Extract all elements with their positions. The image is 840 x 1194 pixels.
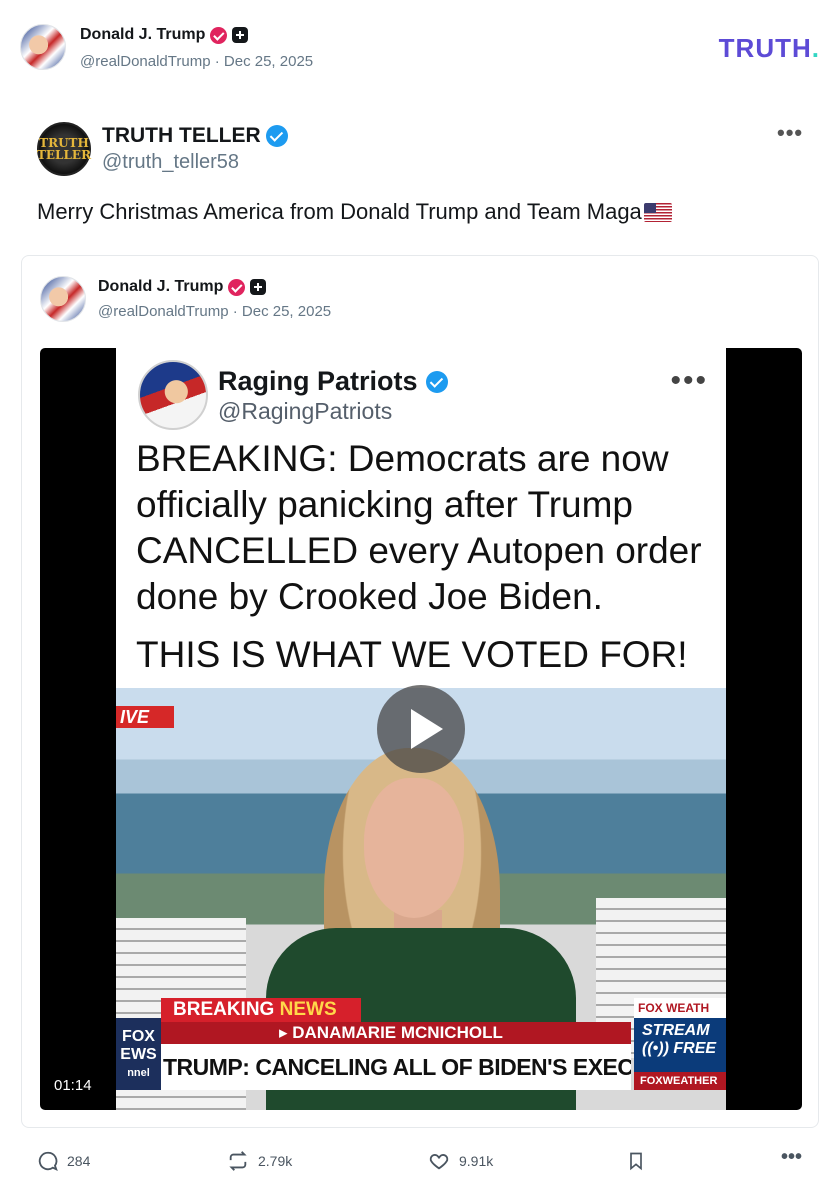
author-name[interactable]: Donald J. Trump	[80, 26, 205, 44]
more-actions-icon[interactable]: •••	[781, 1146, 802, 1169]
news-headline: TRUMP: CANCELING ALL OF BIDEN'S EXECUTIV…	[161, 1044, 631, 1090]
play-button-icon[interactable]	[377, 685, 465, 773]
news-anchor-face	[364, 778, 464, 918]
weather-stream-text: STREAM	[642, 1022, 710, 1039]
quoted-author-meta: @realDonaldTrump · Dec 25, 2025	[98, 303, 331, 320]
verified-badge-icon	[210, 26, 228, 44]
video-tweet-shout: THIS IS WHAT WE VOTED FOR!	[136, 634, 688, 675]
truth-teller-avatar[interactable]: TRUTH TELLER	[37, 122, 91, 176]
quoted-author-row: Donald J. Trump	[98, 278, 267, 296]
reply-button[interactable]: 284	[37, 1150, 90, 1172]
like-count: 9.91k	[459, 1153, 494, 1169]
video-verified-icon	[425, 370, 448, 393]
author-avatar[interactable]	[20, 24, 66, 70]
breaking-news-banner: BREAKING NEWS	[161, 998, 361, 1022]
author-handle[interactable]: @realDonaldTrump	[80, 53, 211, 70]
more-options-icon[interactable]: •••	[777, 122, 803, 144]
meta-separator: ·	[214, 53, 220, 70]
reply-count: 284	[67, 1153, 91, 1169]
post-author-row: TRUTH TELLER	[102, 124, 288, 148]
retruth-icon	[229, 1151, 247, 1171]
logo-text: TRUTH	[718, 33, 812, 63]
bookmark-button[interactable]	[626, 1150, 646, 1172]
news-label: NEWS	[279, 999, 337, 1020]
fox-weather-box: FOX WEATH STREAM ((•)) FREE FOXWEATHER	[634, 998, 726, 1090]
reporter-name-bar: ▸ DANAMARIE MCNICHOLL	[161, 1022, 631, 1044]
fox-logo-text: FOX EWS	[120, 1028, 157, 1063]
author-meta: @realDonaldTrump · Dec 25, 2025	[80, 53, 313, 70]
raging-patriots-name: Raging Patriots	[218, 366, 418, 396]
raging-patriots-avatar	[138, 360, 208, 430]
post-author-name[interactable]: TRUTH TELLER	[102, 124, 261, 148]
post-text: Merry Christmas America from Donald Trum…	[37, 199, 672, 225]
like-button[interactable]: 9.91k	[427, 1150, 493, 1172]
quoted-post-date[interactable]: Dec 25, 2025	[242, 303, 331, 320]
live-tag: IVE	[116, 706, 174, 728]
raging-patriots-name-row: Raging Patriots	[218, 366, 448, 397]
breaking-label: BREAKING	[173, 999, 275, 1020]
plus-badge-icon	[232, 27, 249, 43]
avatar-text-bottom: TELLER	[36, 148, 92, 162]
post-text-content: Merry Christmas America from Donald Trum…	[37, 199, 642, 224]
post-author-handle[interactable]: @truth_teller58	[102, 151, 239, 174]
news-lower-third: BREAKING NEWS ▸ DANAMARIE MCNICHOLL TRUM…	[116, 998, 726, 1110]
fox-news-logo: FOX EWS nnel	[116, 1018, 161, 1090]
quoted-meta-separator: ·	[232, 303, 238, 320]
video-more-icon: •••	[670, 364, 708, 397]
heart-icon	[429, 1154, 449, 1170]
retruth-button[interactable]: 2.79k	[226, 1150, 292, 1172]
quoted-author-handle[interactable]: @realDonaldTrump	[98, 303, 229, 320]
raging-patriots-handle: @RagingPatriots	[218, 398, 393, 424]
post-date[interactable]: Dec 25, 2025	[224, 53, 313, 70]
truth-social-logo[interactable]: TRUTH.	[719, 33, 820, 64]
retruth-count: 2.79k	[258, 1153, 293, 1169]
weather-top-text: FOX WEATH	[634, 998, 726, 1018]
verified-blue-icon	[265, 125, 288, 147]
weather-bottom-text: FOXWEATHER	[634, 1072, 726, 1090]
weather-free-text: ((•)) FREE	[642, 1040, 717, 1057]
bookmark-icon	[630, 1152, 642, 1171]
video-tweet-body: BREAKING: Democrats are now officially p…	[136, 438, 702, 617]
quoted-author-avatar[interactable]	[40, 276, 86, 322]
fox-channel-text: nnel	[127, 1067, 150, 1079]
author-name-row: Donald J. Trump	[80, 26, 249, 44]
quoted-verified-badge-icon	[228, 278, 246, 296]
quoted-author-name[interactable]: Donald J. Trump	[98, 278, 223, 296]
video-player[interactable]: Raging Patriots @RagingPatriots ••• BREA…	[40, 348, 802, 1110]
video-duration: 01:14	[50, 1075, 96, 1096]
quoted-post-card[interactable]: Donald J. Trump @realDonaldTrump · Dec 2…	[21, 255, 819, 1128]
us-flag-icon	[643, 203, 672, 222]
video-tweet-screenshot: Raging Patriots @RagingPatriots ••• BREA…	[116, 348, 726, 688]
logo-dot: .	[811, 33, 820, 63]
post-action-bar: 284 2.79k 9.91k •••	[0, 1142, 840, 1182]
video-tweet-text: BREAKING: Democrats are now officially p…	[136, 436, 716, 678]
quoted-plus-badge-icon	[250, 279, 267, 295]
reply-icon	[38, 1151, 58, 1171]
repost-header: Donald J. Trump @realDonaldTrump · Dec 2…	[20, 24, 820, 74]
